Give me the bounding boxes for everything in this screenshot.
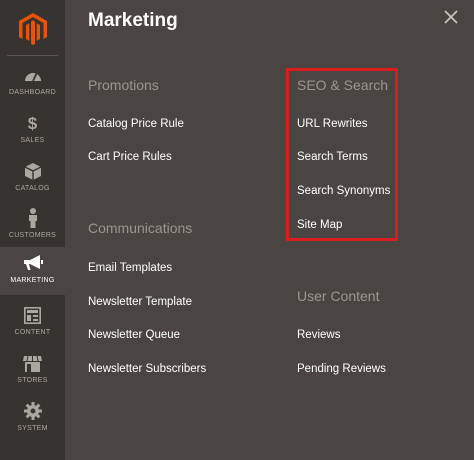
sidebar-item-marketing[interactable]: MARKETING [0, 247, 65, 295]
section-title-promotions: Promotions [88, 77, 159, 93]
sidebar-item-sales[interactable]: $ SALES [0, 107, 65, 155]
section-title-seo-search: SEO & Search [297, 77, 389, 93]
admin-sidebar: DASHBOARD $ SALES CATALOG CUSTOMERS MARK… [0, 0, 65, 460]
gear-icon [23, 401, 43, 421]
menu-link-catalog-price-rule[interactable]: Catalog Price Rule [88, 118, 184, 130]
storefront-icon [23, 353, 43, 373]
megaphone-icon [23, 253, 43, 273]
menu-link-newsletter-subscribers[interactable]: Newsletter Subscribers [88, 363, 206, 375]
sidebar-item-catalog[interactable]: CATALOG [0, 155, 65, 203]
magento-logo-icon [18, 13, 47, 45]
cube-icon [23, 161, 43, 181]
sidebar-item-label: SYSTEM [17, 425, 48, 432]
menu-link-url-rewrites[interactable]: URL Rewrites [297, 118, 368, 130]
menu-link-newsletter-queue[interactable]: Newsletter Queue [88, 329, 180, 341]
sidebar-item-system[interactable]: SYSTEM [0, 395, 65, 443]
sidebar-item-label: MARKETING [10, 277, 55, 284]
menu-link-reviews[interactable]: Reviews [297, 329, 340, 341]
marketing-menu-panel: Marketing Promotions Catalog Price Rule … [65, 0, 474, 460]
menu-link-search-synonyms[interactable]: Search Synonyms [297, 185, 390, 197]
sidebar-item-dashboard[interactable]: DASHBOARD [0, 59, 65, 107]
sidebar-item-label: STORES [17, 377, 48, 384]
section-title-user-content: User Content [297, 288, 380, 304]
person-icon [23, 208, 43, 228]
menu-link-site-map[interactable]: Site Map [297, 219, 342, 231]
logo-divider [7, 55, 58, 56]
sidebar-item-label: CATALOG [15, 185, 50, 192]
close-icon[interactable] [443, 9, 461, 27]
menu-link-cart-price-rules[interactable]: Cart Price Rules [88, 151, 172, 163]
menu-link-pending-reviews[interactable]: Pending Reviews [297, 363, 386, 375]
sidebar-item-label: CONTENT [14, 329, 51, 336]
menu-link-email-templates[interactable]: Email Templates [88, 262, 172, 274]
sidebar-item-label: SALES [20, 137, 45, 144]
section-title-communications: Communications [88, 220, 193, 236]
dollar-icon: $ [27, 113, 38, 133]
sidebar-item-label: DASHBOARD [8, 89, 57, 96]
layout-icon [23, 305, 43, 325]
magento-logo[interactable] [0, 0, 65, 58]
menu-link-newsletter-template[interactable]: Newsletter Template [88, 296, 192, 308]
panel-title: Marketing [88, 10, 178, 31]
sidebar-item-label: CUSTOMERS [8, 232, 57, 239]
dashboard-icon [23, 65, 43, 85]
menu-link-search-terms[interactable]: Search Terms [297, 151, 368, 163]
sidebar-item-stores[interactable]: STORES [0, 347, 65, 395]
sidebar-item-customers[interactable]: CUSTOMERS [0, 202, 65, 250]
sidebar-item-content[interactable]: CONTENT [0, 299, 65, 347]
